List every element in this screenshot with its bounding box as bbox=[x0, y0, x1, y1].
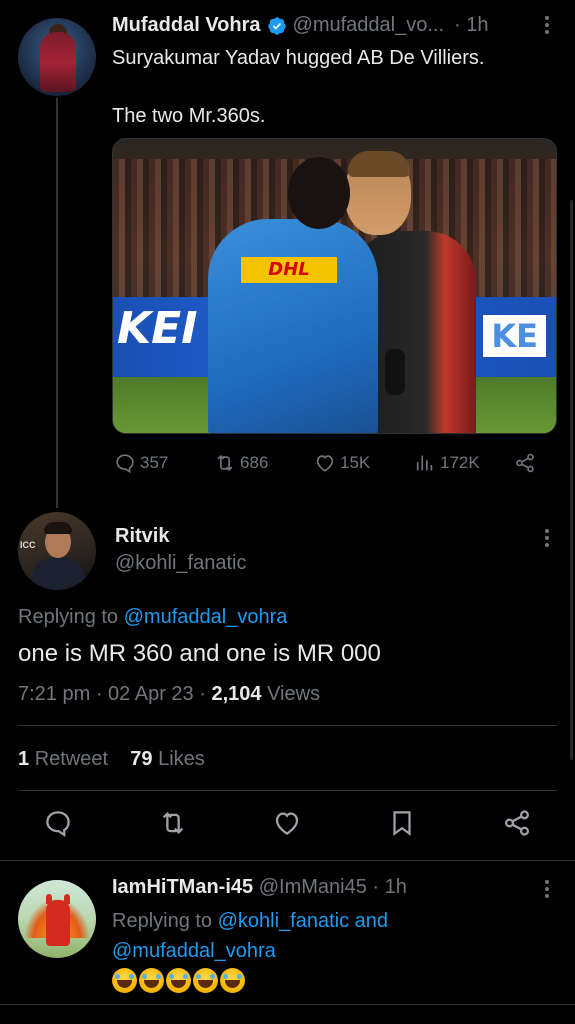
jersey-sponsor-text: DHL bbox=[241, 257, 337, 283]
divider bbox=[18, 725, 557, 726]
retweet-icon bbox=[217, 454, 233, 472]
retweets-stat[interactable]: 1 Retweet bbox=[18, 748, 108, 770]
mention-link[interactable]: @mufaddal_vohra bbox=[112, 940, 276, 962]
bookmark-icon[interactable] bbox=[387, 808, 417, 838]
reply-button[interactable]: 357 bbox=[114, 452, 168, 474]
views-count: 2,104 bbox=[211, 683, 262, 705]
avatar-iamhitman[interactable] bbox=[18, 880, 96, 958]
ad-board-left-text: KEI bbox=[117, 303, 198, 354]
divider bbox=[0, 860, 575, 861]
verified-badge-icon bbox=[267, 16, 287, 36]
author-name[interactable]: Ritvik bbox=[115, 525, 169, 548]
views-button[interactable]: 172K bbox=[414, 452, 480, 474]
heart-icon bbox=[316, 455, 334, 472]
likes-stat[interactable]: 79 Likes bbox=[130, 748, 205, 770]
share-icon[interactable] bbox=[502, 808, 532, 838]
views-count: 172K bbox=[440, 453, 480, 472]
thread-line bbox=[56, 98, 58, 508]
author-handle[interactable]: @kohli_fanatic bbox=[115, 552, 246, 575]
avatar-badge-text: ICC bbox=[20, 540, 36, 550]
replying-to: Replying to @kohli_fanatic and @mufaddal… bbox=[112, 906, 552, 966]
more-options-icon[interactable] bbox=[540, 527, 554, 553]
mention-link[interactable]: @kohli_fanatic bbox=[218, 910, 349, 932]
emoji-row bbox=[112, 968, 245, 993]
laughing-emoji-icon bbox=[220, 968, 245, 993]
analytics-icon bbox=[416, 455, 433, 471]
share-icon bbox=[516, 453, 534, 473]
main-tweet-actions bbox=[0, 808, 575, 844]
views-label: Views bbox=[267, 683, 321, 705]
retweet-button[interactable]: 686 bbox=[214, 452, 268, 474]
laughing-emoji-icon bbox=[139, 968, 164, 993]
main-tweet-text: one is MR 360 and one is MR 000 bbox=[18, 640, 381, 667]
scrollbar[interactable] bbox=[570, 200, 573, 760]
tweet-meta: 7:21 pm · 02 Apr 23 · 2,104 Views bbox=[18, 683, 320, 706]
tweet-time[interactable]: · 1h bbox=[454, 14, 488, 37]
laughing-emoji-icon bbox=[112, 968, 137, 993]
like-count: 15K bbox=[340, 453, 371, 472]
share-button[interactable] bbox=[514, 452, 540, 474]
more-options-icon[interactable] bbox=[540, 878, 554, 904]
tweet-text-line2: The two Mr.360s. bbox=[112, 105, 266, 127]
author-handle[interactable]: @ImMani45 bbox=[259, 876, 367, 898]
divider bbox=[0, 1004, 575, 1005]
reply-icon[interactable] bbox=[43, 808, 73, 838]
laughing-emoji-icon bbox=[193, 968, 218, 993]
author-handle[interactable]: @mufaddal_vo... bbox=[293, 14, 445, 37]
replying-prefix: Replying to bbox=[18, 606, 119, 628]
laughing-emoji-icon bbox=[166, 968, 191, 993]
mention-link[interactable]: @mufaddal_vohra bbox=[124, 606, 288, 628]
divider bbox=[18, 790, 557, 791]
like-button[interactable]: 15K bbox=[314, 452, 370, 474]
parent-tweet-actions: 357 686 15K 172K bbox=[114, 452, 544, 478]
heart-icon[interactable] bbox=[272, 808, 302, 838]
author-name[interactable]: Mufaddal Vohra bbox=[112, 14, 261, 37]
reply-tweet-header: IamHiTMan-i45 @ImMani45 · 1h bbox=[112, 876, 407, 899]
mention-conjunction: and bbox=[354, 910, 389, 932]
ad-board-right-text: KE bbox=[483, 315, 546, 357]
author-name[interactable]: IamHiTMan-i45 bbox=[112, 876, 253, 898]
tweet-stats: 1 Retweet 79 Likes bbox=[18, 748, 205, 771]
tweet-timestamp[interactable]: 7:21 pm · 02 Apr 23 · bbox=[18, 683, 206, 705]
parent-tweet-header: Mufaddal Vohra @mufaddal_vo... · 1h bbox=[112, 14, 489, 37]
more-options-icon[interactable] bbox=[540, 14, 554, 40]
replying-prefix: Replying to bbox=[112, 910, 213, 932]
tweet-text-line1: Suryakumar Yadav hugged AB De Villiers. bbox=[112, 47, 485, 69]
reply-count: 357 bbox=[140, 453, 169, 472]
tweet-time[interactable]: · 1h bbox=[372, 876, 406, 898]
replying-to: Replying to @mufaddal_vohra bbox=[18, 606, 287, 629]
reply-icon bbox=[116, 454, 134, 474]
avatar-ritvik[interactable]: ICC bbox=[18, 512, 96, 590]
retweet-icon[interactable] bbox=[158, 808, 188, 838]
tweet-photo[interactable]: KEI KE DHL bbox=[112, 138, 557, 434]
avatar-mufaddal-vohra[interactable] bbox=[18, 18, 96, 96]
retweet-count: 686 bbox=[240, 453, 269, 472]
